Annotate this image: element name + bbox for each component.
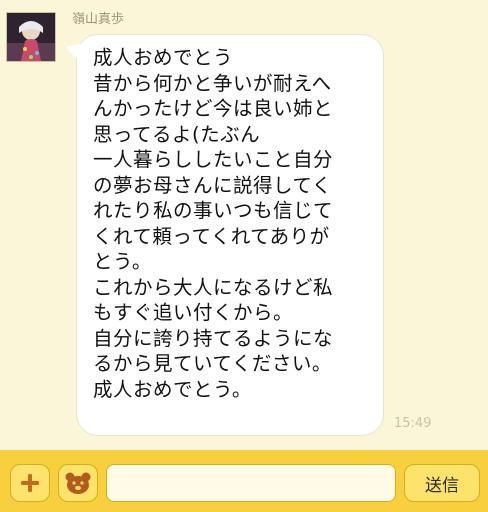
- avatar-photo: [7, 13, 55, 61]
- message-line: 一人暮らししたいこと自分: [93, 148, 334, 171]
- message-line: とう。: [93, 250, 152, 273]
- message-line: るから見ていてください。: [93, 352, 332, 375]
- message-line: これから大人になるけど私: [93, 275, 334, 299]
- message-line: くれて頼ってくれてありが: [93, 224, 330, 248]
- message-line: もすぐ追い付くから。: [93, 301, 294, 324]
- send-button[interactable]: 送信: [404, 464, 480, 502]
- sticker-button[interactable]: [58, 464, 98, 502]
- message-line: んかったけど今は良い姉と: [93, 97, 334, 120]
- bear-sticker-icon: [65, 472, 91, 494]
- message-line: 成人おめでとう: [93, 46, 234, 69]
- message-line: 思ってるよ(たぶん: [93, 122, 261, 146]
- add-attachment-button[interactable]: [10, 464, 50, 502]
- message-input[interactable]: [106, 464, 396, 502]
- message-line: の夢お母さんに説得してく: [93, 173, 332, 197]
- message-bubble[interactable]: 成人おめでとう 昔から何かと争いが耐えへ んかったけど今は良い姉と 思ってるよ(…: [76, 34, 384, 436]
- sender-avatar[interactable]: [6, 12, 56, 62]
- message-line: れたり私の事いつも信じて: [93, 199, 334, 222]
- sender-name: 嶺山真歩: [72, 12, 125, 27]
- message-line: 昔から何かと争いが耐えへ: [93, 71, 332, 95]
- message-line: 成人おめでとう。: [93, 377, 252, 401]
- message-line: 自分に誇り持てるようにな: [93, 326, 334, 350]
- composer-bar: 送信: [0, 450, 488, 512]
- plus-icon: [21, 474, 39, 492]
- message-timestamp: 15:49: [394, 416, 432, 431]
